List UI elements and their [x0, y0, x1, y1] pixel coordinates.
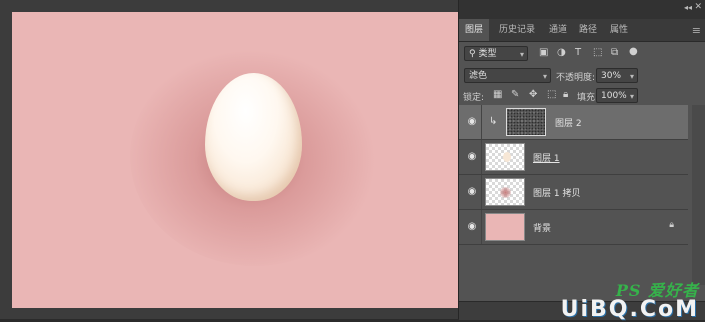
clipping-mask-arrow-icon: ↳ — [489, 116, 498, 127]
blend-mode-value: 滤色 — [469, 71, 488, 81]
adjustment-filter-icon[interactable]: ◑ — [557, 47, 566, 58]
smart-object-filter-icon[interactable]: ⧉ — [611, 47, 618, 58]
lock-position-icon[interactable]: ✥ — [529, 89, 537, 100]
tab-properties[interactable]: 属性 — [604, 19, 634, 41]
layer-thumbnail[interactable] — [485, 178, 525, 206]
lock-all-icon[interactable]: 🔒︎ — [563, 89, 568, 100]
shape-filter-icon[interactable]: ⬚ — [593, 47, 602, 58]
panel-tabs: 图层 历史记录 通道 路径 属性 ≡ — [459, 19, 705, 42]
layer-filter-row: ⚲ 类型 ▾ ▣ ◑ T ⬚ ⧉ ● — [459, 46, 705, 64]
image-filter-icon[interactable]: ▣ — [539, 47, 548, 58]
layer-name[interactable]: 图层 1 拷贝 — [533, 186, 580, 199]
chevron-down-icon: ▾ — [629, 72, 634, 81]
opacity-input[interactable]: 30% ▾ — [596, 68, 638, 83]
filter-toggle-icon[interactable]: ● — [629, 46, 638, 57]
chevron-down-icon: ▾ — [629, 92, 634, 101]
layer-row-background[interactable]: ◉ 背景 🔒︎ — [459, 210, 688, 245]
thumbnail-shadow — [500, 187, 511, 198]
chevron-down-icon: ▾ — [542, 72, 547, 81]
lock-artboard-icon[interactable]: ⬚ — [547, 89, 556, 100]
filter-kind-select[interactable]: ⚲ 类型 ▾ — [464, 46, 528, 61]
layer-thumbnail[interactable] — [485, 213, 525, 241]
layer-row-layer-1-copy[interactable]: ◉ 图层 1 拷贝 — [459, 175, 688, 210]
layers-list: ◉ ↳ 图层 2 ◉ 图层 1 ◉ 图层 1 拷贝 ◉ 背景 🔒︎ — [459, 105, 705, 285]
visibility-eye-icon[interactable]: ◉ — [466, 221, 478, 232]
panel-menu-icon[interactable]: ≡ — [692, 24, 701, 37]
visibility-eye-icon[interactable]: ◉ — [466, 116, 478, 127]
blend-row: 滤色 ▾ 不透明度: 30% ▾ — [459, 68, 705, 84]
tab-history[interactable]: 历史记录 — [493, 19, 541, 41]
layer-row-layer-1[interactable]: ◉ 图层 1 — [459, 140, 688, 175]
tab-layers[interactable]: 图层 — [459, 19, 490, 41]
collapse-panel-icon[interactable]: ◂◂ — [684, 3, 692, 12]
fill-label: 填充: — [577, 93, 599, 103]
document-canvas[interactable] — [12, 12, 458, 308]
visibility-eye-icon[interactable]: ◉ — [466, 151, 478, 162]
lock-label: 锁定: — [463, 93, 485, 103]
layer-thumbnail[interactable] — [485, 143, 525, 171]
layers-panel: ◂◂ ✕ 图层 历史记录 通道 路径 属性 ≡ ⚲ 类型 ▾ ▣ ◑ T ⬚ ⧉… — [458, 0, 705, 320]
filter-kind-value: 类型 — [478, 49, 497, 59]
text-filter-icon[interactable]: T — [575, 47, 581, 58]
panel-title-bar: ◂◂ ✕ — [459, 0, 705, 19]
opacity-value: 30% — [601, 71, 622, 81]
tab-paths[interactable]: 路径 — [573, 19, 603, 41]
blend-mode-select[interactable]: 滤色 ▾ — [464, 68, 551, 83]
layer-name[interactable]: 背景 — [533, 221, 551, 234]
chevron-down-icon: ▾ — [519, 50, 524, 59]
fill-value: 100% — [601, 91, 627, 101]
divider — [481, 105, 482, 139]
tab-channels[interactable]: 通道 — [543, 19, 573, 41]
divider — [481, 210, 482, 244]
lock-transparent-icon[interactable]: ▦ — [493, 89, 502, 100]
lock-row: 锁定: ▦ ✎ ✥ ⬚ 🔒︎ 填充: 100% ▾ — [459, 88, 705, 104]
layer-row-layer-2[interactable]: ◉ ↳ 图层 2 — [459, 105, 688, 140]
opacity-label: 不透明度: — [556, 73, 596, 83]
panel-bottom-bar — [459, 301, 705, 320]
visibility-eye-icon[interactable]: ◉ — [466, 186, 478, 197]
layer-name[interactable]: 图层 2 — [555, 116, 582, 129]
fill-input[interactable]: 100% ▾ — [596, 88, 638, 103]
thumbnail-egg — [503, 152, 511, 162]
layer-thumbnail[interactable] — [506, 108, 546, 136]
lock-pixels-icon[interactable]: ✎ — [511, 89, 519, 100]
close-panel-icon[interactable]: ✕ — [694, 2, 702, 12]
document-workspace — [0, 0, 458, 319]
divider — [481, 175, 482, 209]
layer-name[interactable]: 图层 1 — [533, 151, 560, 164]
divider — [481, 140, 482, 174]
layers-scrollbar[interactable] — [692, 105, 705, 285]
layer-lock-icon: 🔒︎ — [669, 220, 674, 230]
